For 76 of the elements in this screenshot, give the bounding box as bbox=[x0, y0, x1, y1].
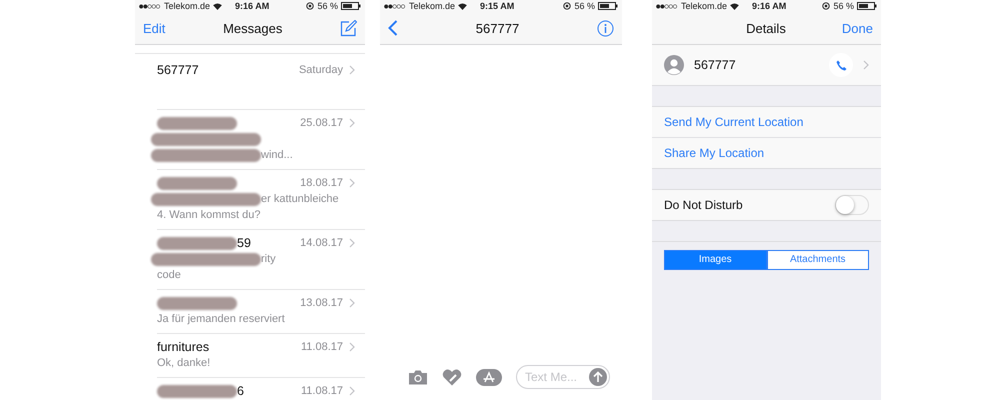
carrier-name: Telekom.de bbox=[681, 1, 728, 11]
message-preview: er kattunbleiche bbox=[261, 193, 339, 205]
message-date: 13.08.17 bbox=[300, 297, 343, 309]
screen-title: Messages bbox=[223, 20, 282, 36]
message-preview: wind... bbox=[261, 149, 293, 161]
message-preview: 4. Wann kommst du? bbox=[157, 209, 261, 221]
screen-title: Details bbox=[746, 20, 786, 36]
wifi-icon bbox=[730, 2, 740, 10]
setting-label: Do Not Disturb bbox=[664, 198, 743, 212]
heart-icon[interactable] bbox=[442, 368, 462, 386]
conversation-row[interactable]: 18.08.17 er kattunbleiche 4. Wann kommst du? bbox=[157, 170, 365, 230]
message-date: 14.08.17 bbox=[300, 237, 343, 249]
message-date: 11.08.17 bbox=[300, 341, 343, 353]
app-store-icon[interactable] bbox=[476, 368, 502, 386]
contact-name: 6 bbox=[237, 384, 244, 398]
avatar-icon bbox=[664, 55, 684, 75]
location-action[interactable]: Share My Location bbox=[652, 138, 881, 168]
message-date: Saturday bbox=[298, 64, 343, 76]
contact-name: 59 bbox=[237, 236, 251, 250]
battery-level: 56 % bbox=[317, 1, 338, 11]
back-icon[interactable] bbox=[388, 20, 398, 36]
rotation-lock-icon bbox=[306, 2, 314, 10]
battery-level: 56 % bbox=[574, 1, 595, 11]
chevron-icon bbox=[349, 178, 355, 188]
toggle-switch[interactable] bbox=[835, 195, 869, 215]
conversation-row[interactable]: 6 11.08.17 bbox=[157, 378, 365, 400]
edit-button[interactable]: Edit bbox=[143, 20, 166, 36]
chevron-icon bbox=[349, 65, 355, 75]
send-icon[interactable] bbox=[589, 368, 607, 386]
status-time: 9:16 AM bbox=[752, 1, 786, 11]
location-action[interactable]: Send My Current Location bbox=[652, 107, 881, 138]
message-preview: Ok, danke! bbox=[157, 357, 210, 369]
conversation-row[interactable]: 25.08.17 wind... bbox=[157, 110, 365, 170]
message-preview: Ja für jemanden reserviert bbox=[157, 313, 285, 325]
info-icon[interactable] bbox=[596, 20, 614, 36]
battery-icon bbox=[857, 2, 877, 10]
carrier-name: Telekom.de bbox=[409, 1, 456, 11]
battery-icon bbox=[598, 2, 618, 10]
chevron-icon bbox=[349, 118, 355, 128]
message-date: 18.08.17 bbox=[300, 177, 343, 189]
signal-icon bbox=[656, 4, 678, 8]
chevron-icon bbox=[349, 386, 355, 396]
chevron-icon bbox=[349, 298, 355, 308]
signal-icon bbox=[139, 4, 161, 8]
segment-tab[interactable]: Images bbox=[664, 250, 766, 270]
status-time: 9:16 AM bbox=[235, 1, 270, 11]
wifi-icon bbox=[458, 2, 468, 10]
screen-title: 567777 bbox=[476, 20, 520, 36]
chevron-icon bbox=[863, 60, 869, 70]
contact-name: furnitures bbox=[157, 340, 210, 354]
conversation-row[interactable]: 567777 Saturday bbox=[157, 54, 365, 110]
conversation-row[interactable]: 13.08.17 Ja für jemanden reserviert bbox=[157, 290, 365, 334]
message-preview: code bbox=[157, 269, 181, 281]
wifi-icon bbox=[213, 2, 222, 10]
compose-icon[interactable] bbox=[340, 20, 357, 36]
conversation-row[interactable]: furnitures 11.08.17 Ok, danke! bbox=[157, 334, 365, 378]
signal-icon bbox=[384, 4, 406, 8]
contact-name: 567777 bbox=[157, 63, 199, 77]
rotation-lock-icon bbox=[822, 2, 830, 10]
conversation-row[interactable]: 59 14.08.17 rity code bbox=[157, 230, 365, 290]
camera-icon[interactable] bbox=[408, 370, 428, 384]
message-date: 11.08.17 bbox=[300, 385, 343, 397]
chevron-icon bbox=[349, 238, 355, 248]
message-preview: rity bbox=[261, 253, 276, 265]
contact-name: 567777 bbox=[694, 58, 737, 72]
segment-tab[interactable]: Attachments bbox=[766, 250, 869, 270]
message-date: 25.08.17 bbox=[300, 117, 343, 129]
done-button[interactable]: Done bbox=[842, 20, 873, 36]
chevron-icon bbox=[349, 342, 355, 352]
rotation-lock-icon bbox=[563, 2, 572, 10]
phone-icon bbox=[836, 60, 846, 70]
battery-level: 56 % bbox=[833, 1, 854, 11]
status-time: 9:15 AM bbox=[480, 1, 514, 11]
call-button[interactable] bbox=[829, 53, 853, 77]
battery-icon bbox=[341, 2, 361, 10]
carrier-name: Telekom.de bbox=[164, 1, 210, 11]
